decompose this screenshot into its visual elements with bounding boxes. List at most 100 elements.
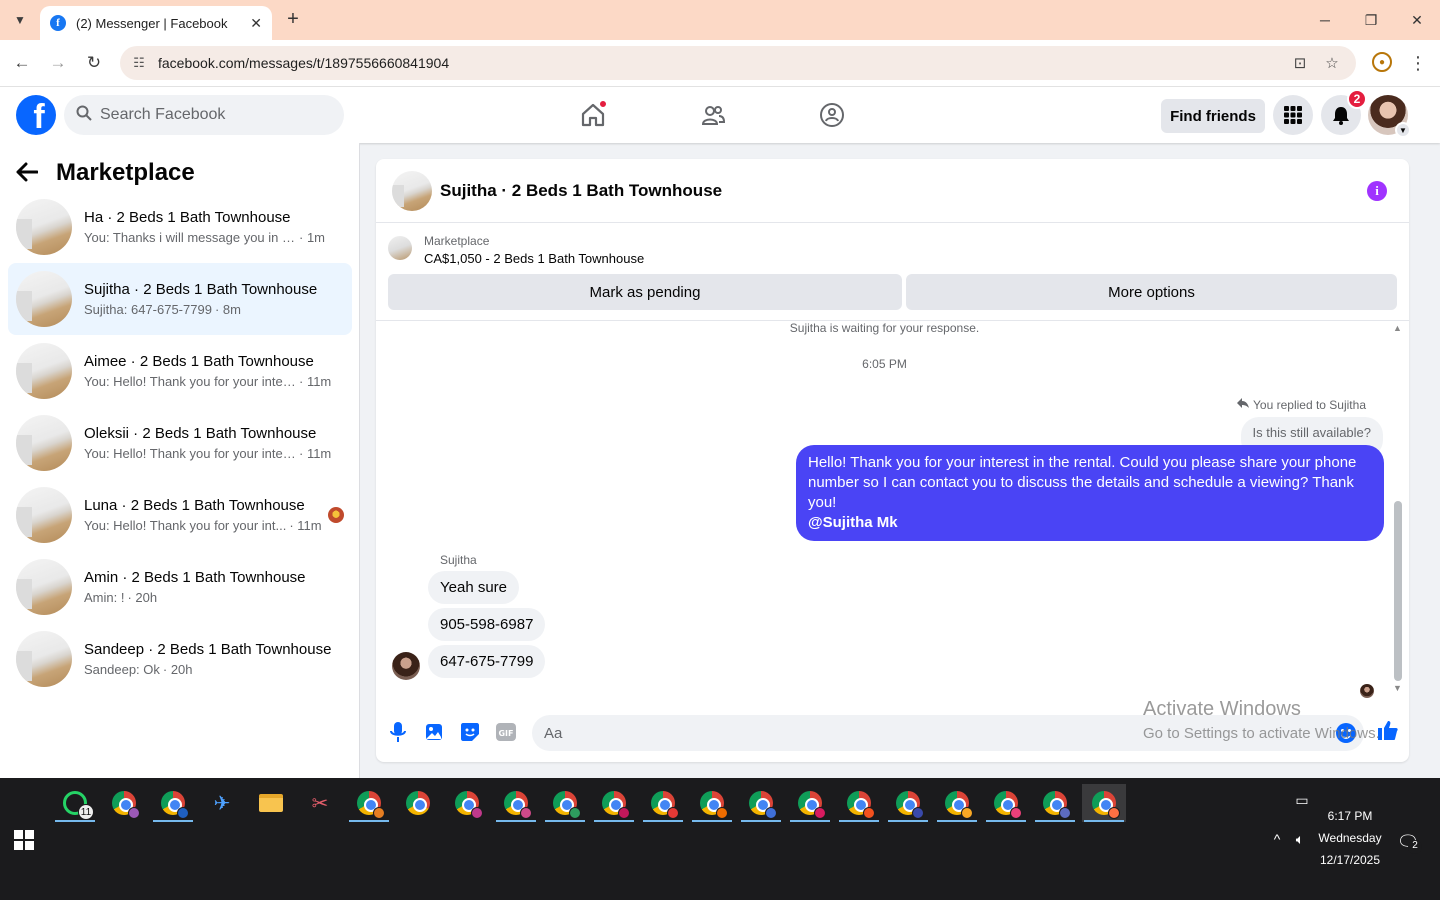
tab-close-icon[interactable]: ✕ [250,15,262,32]
conversation-item-oleksii[interactable]: Oleksii · 2 Beds 1 Bath Townhouse You: H… [8,407,352,479]
taskbar-snipping-tool[interactable]: ✂ [298,784,342,822]
address-bar[interactable]: ☷ facebook.com/messages/t/18975566608419… [120,46,1356,80]
new-tab-plus-icon[interactable]: + [282,8,304,30]
taskbar-chrome[interactable] [543,784,587,822]
window-close-icon[interactable]: ✕ [1405,8,1429,32]
taskbar-app[interactable]: ✈ [200,784,244,822]
desktop-display-icon[interactable]: ▭ [1292,790,1312,810]
conversation-snippet: Sujitha: 647-675-7799 [84,302,212,317]
scrollbar-thumb[interactable] [1394,501,1402,681]
taskbar-chrome[interactable] [886,784,930,822]
account-avatar[interactable]: ▼ [1368,95,1411,138]
taskbar-chrome[interactable] [102,784,146,822]
conversation-name: Aimee · 2 Beds 1 Bath Townhouse [84,353,314,370]
taskbar-chrome[interactable] [445,784,489,822]
chrome-icon [651,791,679,819]
sender-avatar[interactable] [392,652,420,680]
bookmark-star-icon[interactable]: ☆ [1322,53,1342,73]
taskbar-chrome[interactable] [984,784,1028,822]
photo-attach-icon[interactable] [423,721,445,743]
conversation-snippet: You: Hello! Thank you for your int... [84,518,287,533]
conversation-time: · 11m [299,374,332,389]
clock-day[interactable]: Wednesday [1310,831,1390,845]
install-app-icon[interactable]: ⊡ [1290,53,1310,73]
groups-nav-icon[interactable] [816,99,848,131]
outgoing-message-bubble[interactable]: Hello! Thank you for your interest in th… [796,445,1384,541]
gif-icon[interactable]: GIF [495,721,517,743]
taskbar-chrome-active[interactable] [1082,784,1126,822]
site-settings-icon[interactable]: ☷ [130,54,148,72]
scroll-up-arrow-icon[interactable]: ▲ [1393,323,1402,333]
conversation-item-amin[interactable]: Amin · 2 Beds 1 Bath Townhouse Amin: ! · … [8,551,352,623]
taskbar-chrome[interactable] [641,784,685,822]
microphone-icon[interactable] [387,721,409,743]
taskbar-chrome[interactable] [592,784,636,822]
conversation-item-aimee[interactable]: Aimee · 2 Beds 1 Bath Townhouse You: Hel… [8,335,352,407]
conversation-item-sandeep[interactable]: Sandeep · 2 Beds 1 Bath Townhouse Sandee… [8,623,352,695]
conversation-item-luna[interactable]: Luna · 2 Beds 1 Bath Townhouse You: Hell… [8,479,352,551]
browser-tab-messenger[interactable]: f (2) Messenger | Facebook ✕ [40,6,272,40]
home-nav-icon[interactable] [577,99,609,131]
find-friends-button[interactable]: Find friends [1161,99,1265,133]
facebook-header: f Find friends 2 ▼ [0,87,1440,143]
volume-speaker-icon[interactable]: 🔈︎ [1291,830,1309,848]
scroll-down-arrow-icon[interactable]: ▼ [1393,683,1402,693]
forward-arrow-icon[interactable]: → [47,52,69,74]
taskbar-chrome[interactable] [347,784,391,822]
facebook-search[interactable] [64,95,344,135]
taskbar-chrome[interactable] [837,784,881,822]
tab-search-chevron-icon[interactable]: ▼ [8,8,32,32]
conversation-time: · 8m [214,302,241,317]
taskbar-file-explorer[interactable] [249,784,293,822]
window-maximize-icon[interactable]: ❐ [1359,8,1383,32]
reload-icon[interactable]: ↻ [83,52,105,74]
taskbar-chrome[interactable] [1033,784,1077,822]
taskbar-chrome[interactable] [151,784,195,822]
conversation-item-sujitha[interactable]: Sujitha · 2 Beds 1 Bath Townhouse Sujith… [8,263,352,335]
back-arrow-icon[interactable] [16,158,46,189]
taskbar-chrome[interactable] [494,784,538,822]
outgoing-message-text: Hello! Thank you for your interest in th… [808,454,1357,511]
back-arrow-icon[interactable]: ← [11,52,33,74]
mark-as-pending-button[interactable]: Mark as pending [388,274,902,310]
notifications-bell-icon[interactable]: 2 [1321,89,1367,135]
window-minimize-icon[interactable]: ─ [1313,8,1337,32]
clock-date[interactable]: 12/17/2025 [1310,853,1390,867]
conversation-info-icon[interactable]: i [1367,181,1387,201]
incoming-message-bubble[interactable]: 905-598-6987 [428,608,546,641]
message-input[interactable] [532,715,1292,751]
chat-listing-thumbnail[interactable] [392,170,432,211]
chrome-icon [602,791,630,819]
more-options-button[interactable]: More options [906,274,1397,310]
taskbar-chrome[interactable] [396,784,440,822]
listing-price-title[interactable]: CA$1,050 - 2 Beds 1 Bath Townhouse [424,251,644,266]
listing-thumbnail [16,559,72,615]
conversation-name: Oleksii · 2 Beds 1 Bath Townhouse [84,425,317,442]
message-scrollbar[interactable]: ▲ ▼ [1393,321,1403,703]
listing-mini-thumbnail[interactable] [388,236,412,260]
taskbar-chrome[interactable] [935,784,979,822]
taskbar-chrome[interactable] [690,784,734,822]
clock-time[interactable]: 6:17 PM [1310,809,1390,823]
windows-start-icon[interactable] [14,830,34,850]
browser-menu-kebab-icon[interactable]: ⋮ [1409,52,1427,74]
conversation-item-ha[interactable]: Ha · 2 Beds 1 Bath Townhouse You: Thanks… [8,191,352,263]
read-receipt-avatar [1360,684,1374,698]
chat-title[interactable]: Sujitha · 2 Beds 1 Bath Townhouse [440,181,722,201]
tray-chevron-up-icon[interactable]: ^ [1268,830,1286,848]
sticker-icon[interactable] [459,721,481,743]
friends-nav-icon[interactable] [697,99,729,131]
taskbar-chrome[interactable] [739,784,783,822]
facebook-logo-icon[interactable]: f [16,95,56,135]
browser-profile-icon[interactable]: ● [1372,52,1392,72]
emoji-smiley-icon[interactable] [1336,723,1356,743]
mention-link[interactable]: @Sujitha Mk [808,513,1372,533]
chrome-icon [847,791,875,819]
incoming-message-bubble[interactable]: Yeah sure [428,571,520,604]
search-input[interactable] [100,106,320,124]
taskbar-whatsapp[interactable]: 11 [53,784,97,822]
taskbar-chrome[interactable] [788,784,832,822]
menu-grid-icon[interactable] [1273,95,1313,135]
thumbs-up-like-icon[interactable] [1377,719,1399,747]
incoming-message-bubble[interactable]: 647-675-7799 [428,645,546,678]
